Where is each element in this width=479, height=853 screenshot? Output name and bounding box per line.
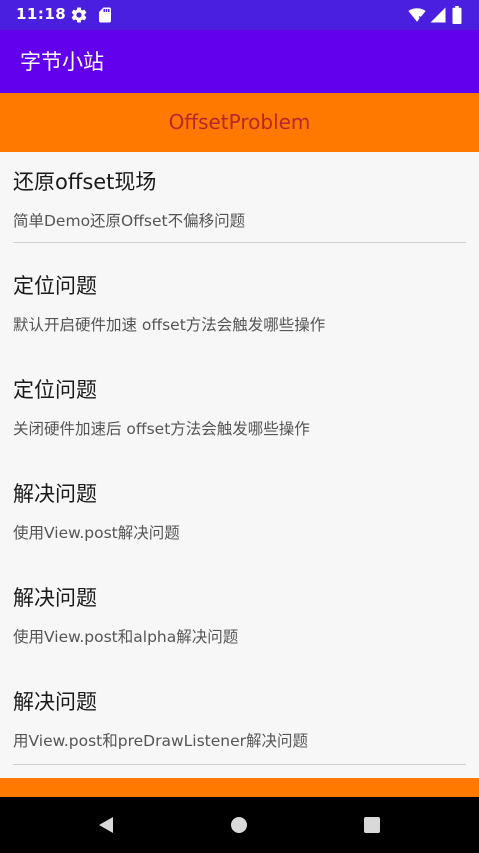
gear-icon	[70, 6, 88, 24]
list-item[interactable]: 定位问题 关闭硬件加速后 offset方法会触发哪些操作	[0, 360, 479, 464]
navigation-bar	[0, 797, 479, 853]
app-bar: 字节小站	[0, 30, 479, 93]
recents-icon[interactable]	[358, 811, 386, 839]
list-item-title: 解决问题	[13, 482, 97, 506]
list-item[interactable]: 定位问题 默认开启硬件加速 offset方法会触发哪些操作	[0, 256, 479, 360]
list-item-description: 使用View.post和alpha解决问题	[13, 628, 239, 646]
back-icon[interactable]	[93, 811, 121, 839]
list-item-title: 解决问题	[13, 586, 97, 610]
top-banner-label: OffsetProblem	[168, 110, 311, 134]
home-icon[interactable]	[225, 811, 253, 839]
battery-icon	[451, 6, 463, 25]
list-item-description: 关闭硬件加速后 offset方法会触发哪些操作	[13, 420, 310, 438]
list-item-title: 解决问题	[13, 690, 97, 714]
list-item-title: 还原offset现场	[13, 170, 157, 194]
divider	[13, 764, 466, 765]
scenario-list: 还原offset现场 简单Demo还原Offset不偏移问题 定位问题 默认开启…	[0, 152, 479, 776]
status-bar: 11:18	[0, 0, 479, 30]
list-item-description: 简单Demo还原Offset不偏移问题	[13, 212, 246, 230]
list-item[interactable]: 解决问题 用View.post和preDrawListener解决问题	[0, 672, 479, 776]
sd-card-icon	[96, 6, 114, 24]
top-banner[interactable]: OffsetProblem	[0, 93, 479, 152]
status-time: 11:18	[16, 5, 67, 23]
list-item[interactable]: 解决问题 使用View.post和alpha解决问题	[0, 568, 479, 672]
bottom-banner[interactable]	[0, 778, 479, 797]
signal-icon	[429, 6, 447, 24]
list-item-description: 用View.post和preDrawListener解决问题	[13, 732, 309, 750]
list-item-title: 定位问题	[13, 274, 97, 298]
list-item-description: 使用View.post解决问题	[13, 524, 180, 542]
list-item-description: 默认开启硬件加速 offset方法会触发哪些操作	[13, 316, 326, 334]
divider	[13, 242, 466, 243]
list-item[interactable]: 解决问题 使用View.post解决问题	[0, 464, 479, 568]
list-item-title: 定位问题	[13, 378, 97, 402]
wifi-icon	[408, 6, 426, 24]
list-item[interactable]: 还原offset现场 简单Demo还原Offset不偏移问题	[0, 152, 479, 256]
app-title: 字节小站	[20, 50, 104, 74]
